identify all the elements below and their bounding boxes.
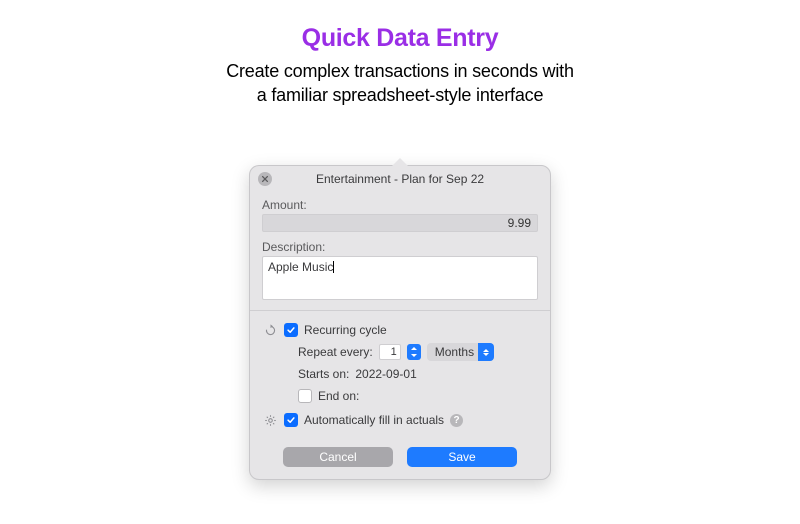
- amount-label: Amount:: [262, 198, 538, 212]
- repeat-unit-select[interactable]: Months: [427, 343, 494, 361]
- description-value: Apple Music: [268, 260, 333, 274]
- autofill-label: Automatically fill in actuals: [304, 413, 444, 427]
- repeat-count-input[interactable]: 1: [379, 344, 401, 360]
- popover-footer: Cancel Save: [250, 439, 550, 479]
- save-button[interactable]: Save: [407, 447, 517, 467]
- marketing-subhead: Create complex transactions in seconds w…: [0, 59, 800, 108]
- cancel-button[interactable]: Cancel: [283, 447, 393, 467]
- check-icon: [286, 415, 296, 425]
- amount-input[interactable]: 9.99: [262, 214, 538, 232]
- select-arrows-icon: [478, 343, 494, 361]
- description-input[interactable]: Apple Music: [262, 256, 538, 300]
- end-on-label: End on:: [318, 389, 359, 403]
- autofill-checkbox[interactable]: [284, 413, 298, 427]
- repeat-unit-value: Months: [435, 345, 474, 359]
- repeat-row: Repeat every: 1 Months: [262, 341, 538, 363]
- stepper-up-icon: [411, 347, 417, 350]
- popover-title: Entertainment - Plan for Sep 22: [316, 172, 484, 186]
- recurring-row: Recurring cycle: [262, 319, 538, 341]
- end-on-row: End on:: [262, 385, 538, 407]
- starts-on-input[interactable]: 2022-09-01: [355, 367, 416, 381]
- popover-arrow: [392, 158, 408, 166]
- starts-on-label: Starts on:: [298, 367, 349, 381]
- autofill-row: Automatically fill in actuals ?: [262, 409, 538, 431]
- recurring-label: Recurring cycle: [304, 323, 387, 337]
- recurring-icon: [262, 324, 278, 337]
- description-label: Description:: [262, 240, 538, 254]
- plan-popover: Entertainment - Plan for Sep 22 Amount: …: [249, 165, 551, 480]
- close-icon: [261, 175, 269, 183]
- section-divider: [250, 310, 550, 311]
- gear-icon: [262, 414, 278, 427]
- marketing-headline: Quick Data Entry: [0, 24, 800, 53]
- repeat-label: Repeat every:: [298, 345, 373, 359]
- popover-header: Entertainment - Plan for Sep 22: [250, 166, 550, 192]
- close-button[interactable]: [258, 172, 272, 186]
- recurring-checkbox[interactable]: [284, 323, 298, 337]
- text-caret: [333, 261, 334, 273]
- subhead-line-1: Create complex transactions in seconds w…: [226, 61, 574, 81]
- repeat-stepper[interactable]: [407, 344, 421, 360]
- stepper-down-icon: [411, 354, 417, 357]
- check-icon: [286, 325, 296, 335]
- end-on-checkbox[interactable]: [298, 389, 312, 403]
- subhead-line-2: a familiar spreadsheet-style interface: [257, 85, 544, 105]
- amount-value: 9.99: [508, 216, 531, 230]
- starts-on-row: Starts on: 2022-09-01: [262, 363, 538, 385]
- help-icon[interactable]: ?: [450, 414, 463, 427]
